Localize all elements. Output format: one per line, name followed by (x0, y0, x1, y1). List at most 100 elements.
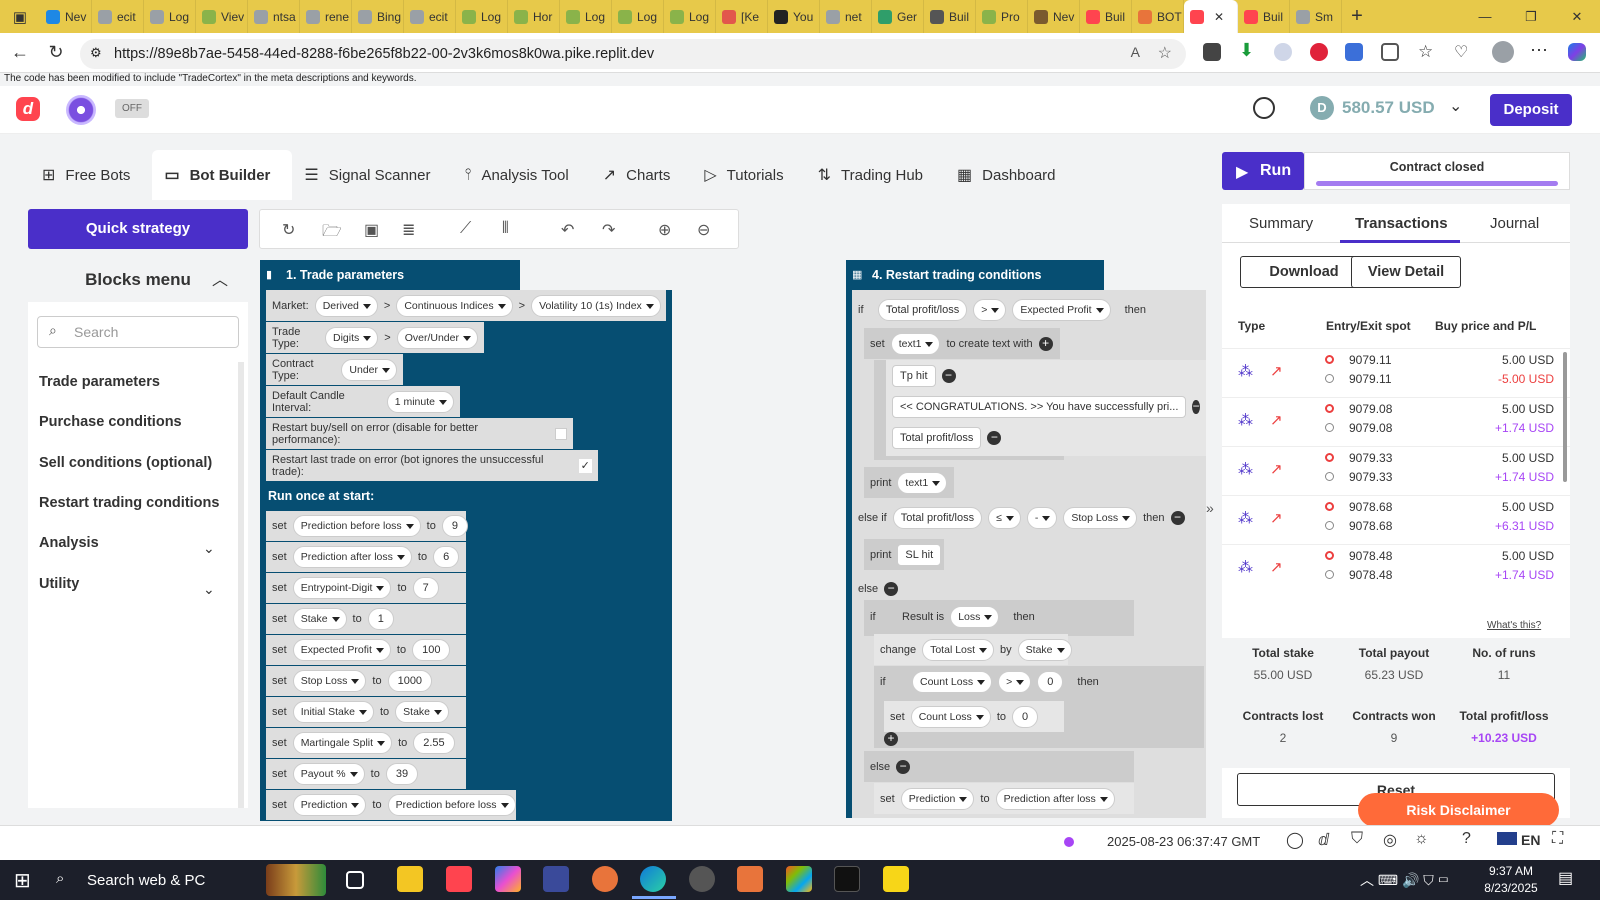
browser-tab[interactable]: Nev (40, 0, 92, 33)
tab-free-bots[interactable]: ⊞ Free Bots (30, 150, 152, 200)
submarket-dropdown[interactable]: Continuous Indices (396, 294, 513, 317)
remove-icon[interactable]: − (896, 759, 911, 774)
sl-hit-text[interactable]: SL hit (897, 543, 942, 566)
contract-type-dropdown[interactable]: Under (341, 358, 397, 381)
tab-bot-builder[interactable]: ▭ Bot Builder (152, 150, 293, 200)
tab-trading-hub[interactable]: ⇅ Trading Hub (806, 150, 945, 200)
file-explorer-icon[interactable] (397, 866, 423, 892)
variable-dropdown[interactable]: Martingale Split (292, 732, 393, 754)
browser-tab[interactable]: Log (612, 0, 664, 33)
copilot-icon[interactable] (1568, 43, 1586, 61)
open-folder-icon[interactable]: 🗁 (322, 220, 342, 247)
tab-charts[interactable]: ↗ Charts (591, 150, 693, 200)
tab-transactions[interactable]: Transactions (1355, 215, 1448, 232)
trade-type-dropdown[interactable]: Digits (325, 326, 379, 349)
browser-tab[interactable]: Bing (352, 0, 404, 33)
stop-loss-dropdown[interactable]: Stop Loss (1063, 506, 1138, 529)
text1-dropdown[interactable]: text1 (890, 332, 941, 355)
value-input[interactable]: Prediction before loss (387, 794, 516, 816)
browser-tab[interactable]: [Ke (716, 0, 768, 33)
transaction-row[interactable]: ⁂ ↗ 9078.68 9078.68 5.00 USD +6.31 USD (1222, 495, 1570, 545)
browser-tab[interactable]: ecit (92, 0, 144, 33)
browser-tab[interactable]: Buil (924, 0, 976, 33)
variable-dropdown[interactable]: Payout % (292, 763, 365, 785)
count-loss-dropdown[interactable]: Count Loss (912, 670, 993, 693)
text1-dropdown[interactable]: text1 (897, 471, 948, 494)
total-lost-dropdown[interactable]: Total Lost (922, 638, 995, 661)
symbol-dropdown[interactable]: Volatility 10 (1s) Index (531, 294, 661, 317)
congrats-text[interactable]: << CONGRATULATIONS. >> You have successf… (892, 395, 1187, 418)
browser-tab[interactable]: net (820, 0, 872, 33)
remove-icon[interactable]: − (1192, 399, 1200, 414)
remove-icon[interactable]: − (884, 581, 899, 596)
run-button[interactable]: Run (1222, 152, 1304, 190)
remove-icon[interactable]: − (987, 430, 1002, 445)
browser-tab[interactable]: rene (300, 0, 352, 33)
extension-icon[interactable] (1274, 43, 1292, 61)
total-pl-block[interactable]: Total profit/loss (892, 426, 982, 449)
restart-last-checkbox[interactable]: ✓ (578, 458, 592, 473)
value-input[interactable]: 100 (412, 639, 451, 661)
remove-icon[interactable]: − (1170, 510, 1185, 525)
set-variable-row[interactable]: set Initial Stake to Stake (266, 697, 466, 728)
browser-tab[interactable]: Nev (1028, 0, 1080, 33)
close-tab-icon[interactable]: ✕ (1214, 10, 1224, 24)
block-item-purchase-conditions[interactable]: Purchase conditions (28, 402, 236, 442)
app-icon[interactable] (592, 866, 618, 892)
tray-icons[interactable]: ︿ ⌨ 🔊 ⛉ ▭ (1360, 870, 1449, 890)
redo-icon[interactable]: ↷ (602, 220, 615, 240)
chevron-down-icon[interactable]: ⌄ (203, 540, 215, 557)
browser-tab[interactable]: You (768, 0, 820, 33)
transaction-row[interactable]: ⁂ ↗ 9079.08 9079.08 5.00 USD +1.74 USD (1222, 397, 1570, 447)
set-variable-row[interactable]: set Prediction to Prediction before loss (266, 790, 516, 821)
value-input[interactable]: 1000 (387, 670, 433, 692)
minimize-button[interactable]: — (1462, 9, 1508, 24)
set-variable-row[interactable]: set Prediction before loss to 9 (266, 511, 468, 542)
trade-parameters-block[interactable]: 1. Trade parameters (260, 260, 520, 290)
extensions-puzzle-icon[interactable] (1381, 43, 1399, 61)
browser-tab[interactable]: Log (456, 0, 508, 33)
notifications-icon[interactable]: ▤ (1558, 868, 1573, 888)
value-input[interactable]: 9 (441, 515, 468, 537)
deposit-button[interactable]: Deposit (1490, 94, 1572, 126)
expand-panel-icon[interactable]: » (1206, 500, 1214, 516)
set-variable-row[interactable]: set Prediction after loss to 6 (266, 542, 466, 573)
account-balance[interactable]: 580.57 USD (1342, 98, 1435, 118)
tab-actions-icon[interactable]: ▣ (0, 8, 40, 26)
browser-tab[interactable]: Ger (872, 0, 924, 33)
app-icon[interactable] (737, 866, 763, 892)
blocks-scrollbar[interactable] (238, 362, 244, 808)
chart-line-icon[interactable]: ⟋ (460, 220, 471, 238)
variable-dropdown[interactable]: Entrypoint-Digit (292, 577, 392, 599)
value-input[interactable]: 39 (385, 763, 419, 785)
whats-this-link[interactable]: What's this? (1487, 620, 1541, 631)
add-icon[interactable]: + (884, 732, 898, 746)
value-input[interactable]: 6 (433, 546, 460, 568)
tab-signal-scanner[interactable]: ☰ Signal Scanner (292, 150, 452, 200)
more-menu-icon[interactable]: ⋯ (1530, 40, 1548, 61)
transaction-row[interactable]: ⁂ ↗ 9078.48 9078.48 5.00 USD +1.74 USD (1222, 544, 1570, 594)
save-icon[interactable]: ▣ (364, 220, 379, 240)
read-aloud-icon[interactable]: A (1131, 44, 1140, 60)
set-variable-row[interactable]: set Stake to 1 (266, 604, 466, 635)
reset-icon[interactable]: ↻ (282, 220, 295, 240)
bot-logo[interactable] (66, 95, 96, 125)
maximize-button[interactable]: ❐ (1508, 9, 1554, 25)
zero-number[interactable]: 0 (1012, 705, 1039, 728)
new-tab-button[interactable]: + (1342, 5, 1372, 28)
browser-tab[interactable]: Pro (976, 0, 1028, 33)
transaction-row[interactable]: ⁂ ↗ 9079.11 9079.11 5.00 USD -5.00 USD (1222, 348, 1570, 398)
block-item-trade-parameters[interactable]: Trade parameters (28, 362, 236, 402)
favorite-star-icon[interactable]: ☆ (1158, 43, 1172, 63)
url-input[interactable]: ⚙ https://89e8b7ae-5458-44ed-8288-f6be26… (80, 39, 1186, 69)
browser-tab[interactable]: Buil (1238, 0, 1290, 33)
extension-icon[interactable] (1203, 43, 1221, 61)
tab-journal[interactable]: Journal (1490, 215, 1539, 232)
total-pl-block[interactable]: Total profit/loss (877, 298, 968, 321)
browser-tab[interactable]: Hor (508, 0, 560, 33)
browser-tab[interactable]: Viev (196, 0, 248, 33)
translate-icon[interactable] (1345, 43, 1363, 61)
refresh-icon[interactable]: ↻ (44, 42, 68, 63)
remove-icon[interactable]: − (941, 368, 956, 383)
value-input[interactable]: 1 (367, 608, 394, 630)
